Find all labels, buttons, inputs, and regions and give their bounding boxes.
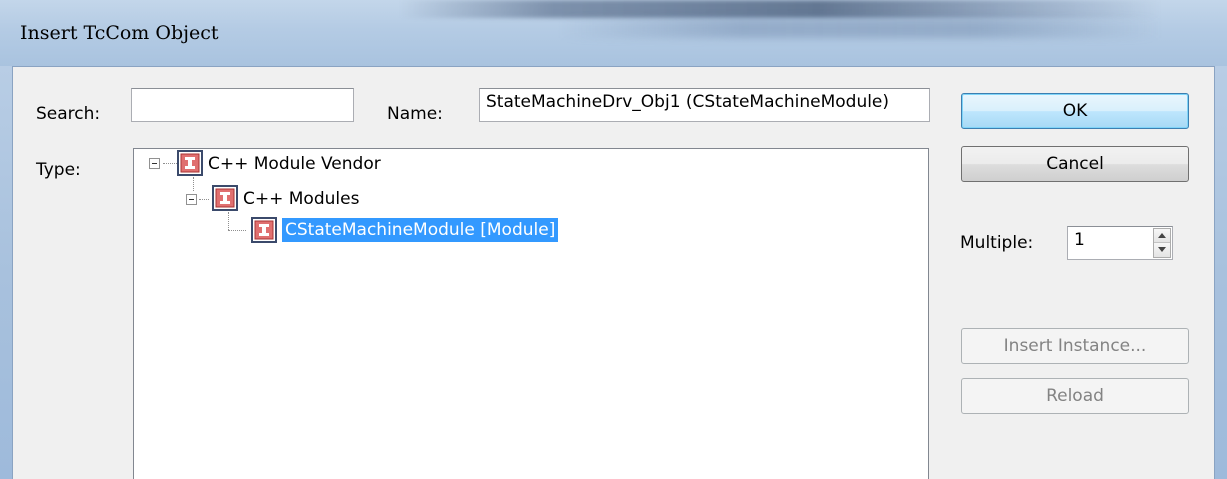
- name-input[interactable]: StateMachineDrv_Obj1 (CStateMachineModul…: [479, 88, 930, 122]
- spin-up-icon[interactable]: [1154, 229, 1170, 243]
- title-bar[interactable]: Insert TcCom Object: [0, 0, 1227, 66]
- tree-item-cpp-modules[interactable]: C++ Modules: [240, 187, 362, 211]
- search-input[interactable]: [131, 88, 354, 122]
- module-icon: [251, 217, 277, 243]
- insert-tccom-object-dialog: Insert TcCom Object Search: Name: StateM…: [0, 0, 1227, 479]
- module-vendor-icon: [177, 150, 203, 176]
- collapse-toggle-icon[interactable]: [149, 158, 160, 169]
- window-title: Insert TcCom Object: [20, 22, 219, 44]
- title-bar-glass-reflection: [400, 0, 1160, 18]
- collapse-toggle-icon[interactable]: [186, 194, 197, 205]
- tree-connector: [228, 212, 229, 230]
- cancel-button[interactable]: Cancel: [961, 146, 1189, 182]
- tree-connector: [163, 163, 177, 164]
- window-frame-left: [0, 66, 12, 479]
- spin-down-icon[interactable]: [1154, 243, 1170, 257]
- reload-button[interactable]: Reload: [961, 378, 1189, 414]
- search-label: Search:: [36, 104, 101, 124]
- type-label: Type:: [36, 160, 81, 180]
- multiple-label: Multiple:: [960, 233, 1034, 253]
- tree-connector: [193, 177, 194, 191]
- tree-item-module-vendor[interactable]: C++ Module Vendor: [205, 152, 384, 176]
- insert-instance-button[interactable]: Insert Instance...: [961, 328, 1189, 364]
- window-frame-right: [1215, 66, 1227, 479]
- tree-connector: [228, 230, 246, 231]
- multiple-spinner[interactable]: [1153, 228, 1171, 258]
- ok-button[interactable]: OK: [961, 93, 1189, 129]
- name-label: Name:: [387, 104, 443, 124]
- tree-item-cstatemachinemodule[interactable]: CStateMachineModule [Module]: [282, 218, 559, 242]
- module-group-icon: [212, 185, 238, 211]
- tree-connector: [199, 199, 209, 200]
- title-bar-glass-reflection-lower: [560, 18, 1160, 38]
